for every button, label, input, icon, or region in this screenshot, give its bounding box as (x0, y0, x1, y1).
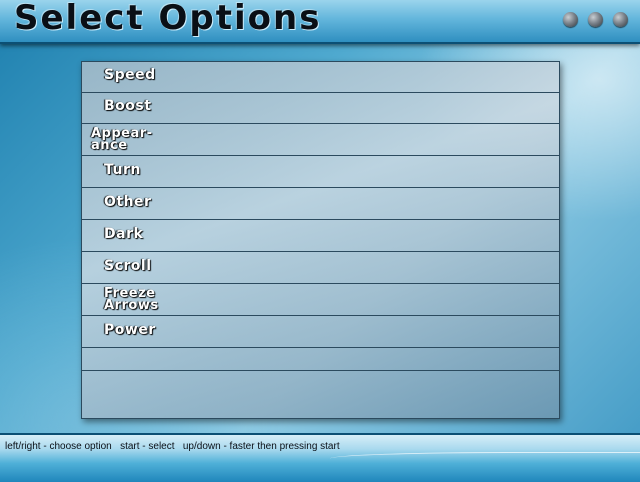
option-row-power[interactable]: Power (82, 317, 559, 348)
window-controls (563, 12, 628, 27)
footer-swoosh (330, 452, 640, 463)
option-label: Other (104, 194, 152, 210)
option-row-other[interactable]: Other (82, 189, 559, 220)
option-row-turn[interactable]: Turn (82, 157, 559, 188)
header-bar: Select Options (0, 0, 640, 44)
option-label: Speed (104, 67, 156, 83)
option-row-appearance[interactable]: Appear- ance (82, 125, 559, 156)
option-label: Freeze Arrows (104, 286, 159, 313)
option-row-boost[interactable]: Boost (82, 93, 559, 124)
option-row-dark[interactable]: Dark (82, 221, 559, 252)
option-label: Appear- ance (91, 126, 153, 153)
options-panel: Speed Boost Appear- ance Turn Other Dark… (81, 61, 560, 419)
circle-button-2[interactable] (588, 12, 603, 27)
option-row-freeze-arrows[interactable]: Freeze Arrows (82, 285, 559, 316)
option-label: Power (104, 322, 156, 338)
circle-button-3[interactable] (613, 12, 628, 27)
circle-button-1[interactable] (563, 12, 578, 27)
option-label: Turn (104, 162, 141, 178)
option-label: Dark (104, 226, 144, 242)
page-title: Select Options (14, 0, 322, 38)
option-row-speed[interactable]: Speed (82, 62, 559, 93)
option-label: Scroll (104, 258, 152, 274)
help-text: left/right - choose option start - selec… (5, 441, 340, 452)
option-row-scroll[interactable]: Scroll (82, 253, 559, 284)
option-row-empty (82, 349, 559, 371)
option-label: Boost (104, 98, 152, 114)
